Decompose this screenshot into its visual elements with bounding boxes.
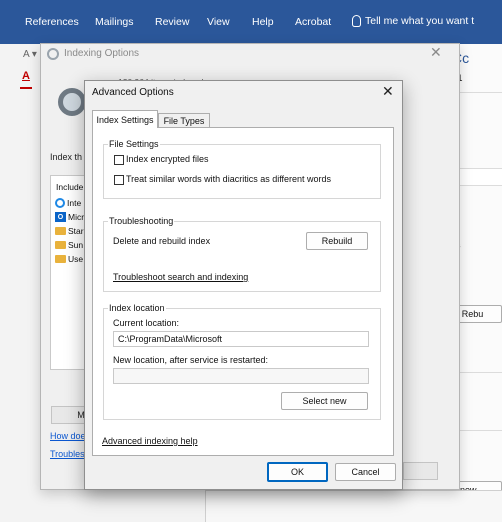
diacritics-checkbox[interactable] (114, 175, 124, 185)
list-item[interactable]: Star (55, 224, 84, 238)
folder-icon (55, 255, 66, 263)
ribbon-tab-help[interactable]: Help (252, 16, 274, 28)
close-icon[interactable]: ✕ (382, 83, 394, 100)
left-margin (0, 44, 20, 522)
current-location-field[interactable]: C:\ProgramData\Microsoft (113, 331, 369, 347)
folder-icon (55, 241, 66, 249)
diacritics-label: Treat similar words with diacritics as d… (126, 174, 332, 184)
troubleshooting-label: Troubleshooting (108, 216, 175, 226)
magnifier-icon (58, 88, 86, 116)
file-settings-label: File Settings (108, 139, 160, 149)
advanced-indexing-help-link[interactable]: Advanced indexing help (102, 436, 198, 446)
troubleshoot-search-link[interactable]: Troubleshoot search and indexing (113, 272, 248, 282)
ribbon-format-icon: A ▾ (23, 49, 37, 60)
tab-file-types[interactable]: File Types (158, 113, 210, 128)
outlook-icon: O (55, 212, 66, 222)
list-item[interactable]: Use (55, 252, 83, 266)
list-item[interactable]: Sun (55, 238, 83, 252)
ok-button[interactable]: OK (267, 462, 328, 482)
ribbon-tab-references[interactable]: References (25, 16, 79, 28)
ribbon-tab-view[interactable]: View (207, 16, 230, 28)
tab-index-settings[interactable]: Index Settings (92, 110, 158, 128)
internet-explorer-icon (55, 198, 65, 208)
indexing-options-icon (47, 48, 59, 60)
list-item[interactable]: Inte (55, 196, 81, 210)
cancel-button[interactable]: Cancel (335, 463, 396, 481)
ribbon-tab-mailings[interactable]: Mailings (95, 16, 134, 28)
folder-icon (55, 227, 66, 235)
rebuild-button[interactable]: Rebuild (306, 232, 368, 250)
new-location-label: New location, after service is restarted… (113, 355, 269, 365)
index-these-label: Index th (50, 152, 83, 162)
list-header-included: Include (56, 182, 84, 192)
tell-me-label: Tell me what you want t (365, 15, 475, 27)
encrypt-label: Index encrypted files (126, 154, 209, 164)
indexing-close-icon[interactable]: ✕ (430, 44, 442, 61)
delete-rebuild-label: Delete and rebuild index (113, 236, 211, 246)
font-color-bar (20, 87, 32, 89)
advanced-options-title: Advanced Options (92, 87, 174, 98)
current-location-label: Current location: (113, 318, 180, 328)
troubleshoot-link-bg[interactable]: Troubles (50, 449, 85, 459)
font-color-icon[interactable]: A (22, 70, 30, 82)
tell-me-search[interactable]: Tell me what you want t (352, 15, 474, 27)
indexing-options-title: Indexing Options (64, 48, 140, 59)
file-settings-group (103, 144, 381, 199)
ribbon-tab-review[interactable]: Review (155, 16, 189, 28)
new-location-field[interactable] (113, 368, 369, 384)
ribbon-tab-acrobat[interactable]: Acrobat (295, 16, 331, 28)
encrypt-checkbox[interactable] (114, 155, 124, 165)
list-item[interactable]: O Micr (55, 210, 84, 224)
select-new-button[interactable]: Select new (281, 392, 368, 410)
document-footer-region (205, 490, 502, 522)
lightbulb-icon (352, 15, 361, 27)
index-location-label: Index location (108, 303, 166, 313)
close-button-bg[interactable] (403, 462, 438, 480)
how-does-indexing-link[interactable]: How doe (50, 431, 86, 441)
